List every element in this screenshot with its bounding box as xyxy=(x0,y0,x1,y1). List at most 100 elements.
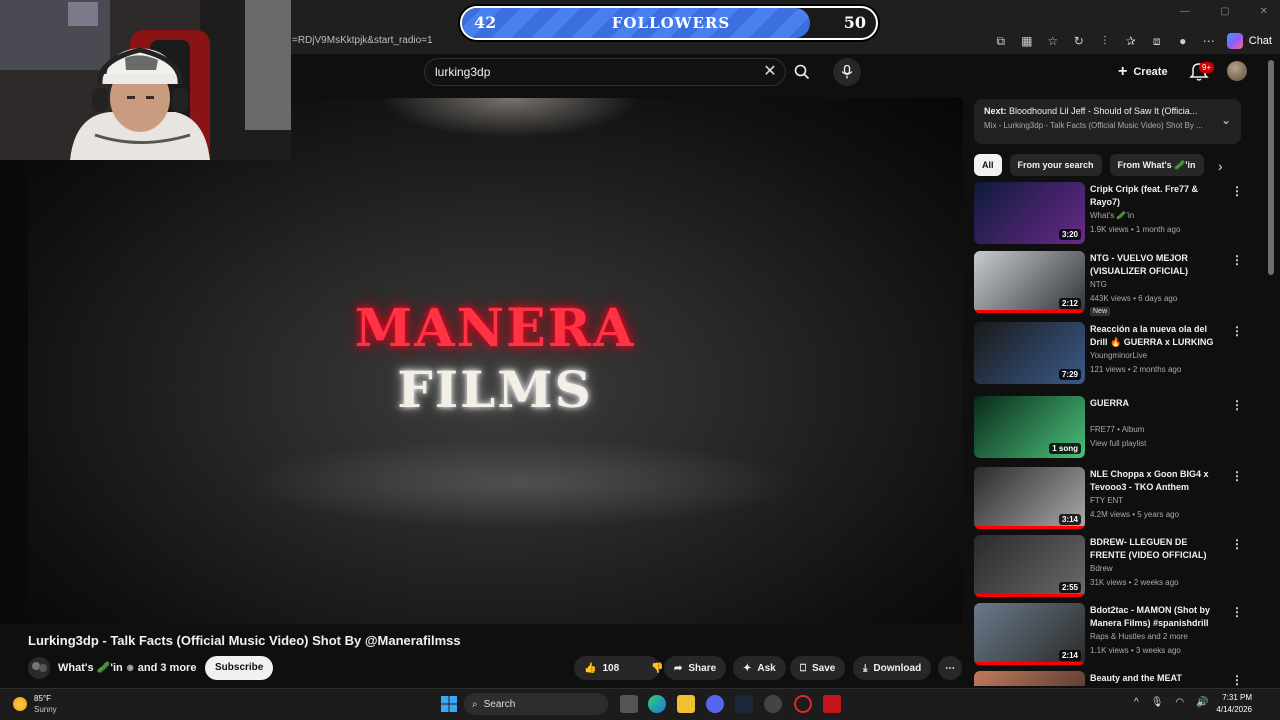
more-options-icon[interactable]: ⋮ xyxy=(1231,469,1243,483)
microphone-icon[interactable]: 🎙 xyxy=(1151,697,1164,708)
recommendation-title[interactable]: Beauty and the MEAT xyxy=(1090,672,1220,685)
watch-progress-bar xyxy=(974,526,1085,529)
minimize-icon[interactable]: — xyxy=(1180,6,1190,17)
recommendation-item[interactable]: 1 song GUERRA FRE77 • Album View full playl… xyxy=(974,396,1244,460)
page-scrollbar[interactable] xyxy=(1268,60,1274,275)
star-icon[interactable]: ☆ xyxy=(1045,33,1061,49)
recommendation-item[interactable]: 2:12 NTG - VUELVO MEJOR (VISUALIZER OFICI… xyxy=(974,251,1244,316)
refresh-icon[interactable]: ↻ xyxy=(1071,33,1087,49)
discord-icon[interactable] xyxy=(706,695,724,713)
video-thumbnail[interactable] xyxy=(974,671,1085,686)
ask-button[interactable]: ✦ Ask xyxy=(733,656,786,680)
recommendation-title[interactable]: BDREW- LLEGUEN DE FRENTE (VIDEO OFFICIAL… xyxy=(1090,536,1220,562)
chip-from-channel[interactable]: From What's 🥒'in xyxy=(1109,154,1204,176)
chevron-right-icon[interactable]: › xyxy=(1218,158,1223,174)
obs-icon[interactable] xyxy=(764,695,782,713)
chip-from-your-search[interactable]: From your search xyxy=(1009,154,1102,176)
more-options-icon[interactable]: ⋮ xyxy=(1231,673,1243,686)
start-icon[interactable] xyxy=(440,695,458,713)
video-thumbnail[interactable]: 3:14 xyxy=(974,467,1085,529)
recommendation-channel[interactable]: What's 🥒'in xyxy=(1090,211,1134,220)
profile-icon[interactable]: ● xyxy=(1175,33,1191,49)
opera-icon[interactable] xyxy=(794,695,812,713)
split-screen-icon[interactable]: ⫶ xyxy=(1097,33,1113,49)
recommendation-channel[interactable]: YoungminorLive xyxy=(1090,351,1147,360)
recommendation-item[interactable]: 3:14 NLE Choppa x Goon BIG4 x Tevooo3 - T… xyxy=(974,467,1244,531)
duration-badge: 3:14 xyxy=(1058,514,1081,525)
next-up-panel[interactable]: Next: Bloodhound Lil Jeff - Should of Sa… xyxy=(974,99,1241,144)
recommendation-title[interactable]: NLE Choppa x Goon BIG4 x Tevooo3 - TKO A… xyxy=(1090,468,1220,494)
more-actions-button[interactable]: ⋯ xyxy=(938,656,962,680)
recommendation-title[interactable]: NTG - VUELVO MEJOR (VISUALIZER OFICIAL) xyxy=(1090,252,1220,278)
video-thumbnail[interactable]: 7:29 xyxy=(974,322,1085,384)
download-button[interactable]: ⤓ Download xyxy=(853,656,932,680)
weather-temperature[interactable]: 85°F xyxy=(34,694,51,703)
video-player[interactable]: MANERA FILMS xyxy=(0,98,963,624)
save-button[interactable]: ⎕ Save xyxy=(790,656,846,680)
video-thumbnail[interactable]: 2:14 xyxy=(974,603,1085,665)
recommendation-title[interactable]: Reacción a la nueva ola del Drill 🔥 GUER… xyxy=(1090,323,1220,349)
voice-search-button[interactable] xyxy=(833,58,861,86)
recommendation-channel[interactable]: FRE77 • Album xyxy=(1090,425,1144,434)
recommendation-item[interactable]: 2:14 Bdot2tac - MAMON (Shot by Manera Fil… xyxy=(974,603,1244,667)
acrobat-icon[interactable] xyxy=(823,695,841,713)
more-options-icon[interactable]: ⋮ xyxy=(1231,253,1243,267)
watch-progress-bar xyxy=(974,662,1085,665)
recommendation-channel[interactable]: FTY ENT xyxy=(1090,496,1123,505)
more-options-icon[interactable]: ⋮ xyxy=(1231,605,1243,619)
more-icon[interactable]: ⋯ xyxy=(1201,33,1217,49)
search-input[interactable]: lurking3dp xyxy=(424,58,786,86)
more-options-icon[interactable]: ⋮ xyxy=(1231,398,1243,412)
clock-time[interactable]: 7:31 PM xyxy=(1218,693,1252,702)
copilot-chat-button[interactable]: Chat xyxy=(1226,33,1272,49)
clear-search-icon[interactable]: ✕ xyxy=(760,62,780,82)
sun-icon[interactable] xyxy=(13,697,27,711)
recommendation-item[interactable]: 2:55 BDREW- LLEGUEN DE FRENTE (VIDEO OFFI… xyxy=(974,535,1244,599)
wifi-icon[interactable]: ◠ xyxy=(1175,697,1184,708)
favorites-icon[interactable]: ✰ xyxy=(1123,33,1139,49)
search-button[interactable] xyxy=(787,58,817,86)
recommendation-channel[interactable]: NTG xyxy=(1090,280,1107,289)
window-controls: — ▢ ✕ xyxy=(1180,6,1268,17)
recommendation-channel[interactable]: Bdrew xyxy=(1090,564,1113,573)
create-button[interactable]: + Create xyxy=(1118,60,1168,84)
volume-icon[interactable]: 🔊 xyxy=(1196,697,1208,708)
recommendation-title[interactable]: Cripk Cripk (feat. Fre77 & Rayo7) xyxy=(1090,183,1220,209)
edge-browser-icon[interactable] xyxy=(648,695,666,713)
maximize-icon[interactable]: ▢ xyxy=(1220,6,1229,17)
weather-condition[interactable]: Sunny xyxy=(34,705,57,714)
channel-avatar[interactable] xyxy=(28,657,50,679)
video-thumbnail[interactable]: 2:12 xyxy=(974,251,1085,313)
chevron-down-icon[interactable]: ⌄ xyxy=(1221,113,1231,127)
recommendation-item[interactable]: 7:29 Reacción a la nueva ola del Drill 🔥 … xyxy=(974,322,1244,386)
more-options-icon[interactable]: ⋮ xyxy=(1231,537,1243,551)
clock-date[interactable]: 4/14/2026 xyxy=(1208,705,1252,714)
translate-icon[interactable]: ⧉ xyxy=(993,33,1009,49)
share-button[interactable]: ➦ Share xyxy=(664,656,727,680)
close-icon[interactable]: ✕ xyxy=(1260,6,1268,17)
more-options-icon[interactable]: ⋮ xyxy=(1231,184,1243,198)
taskbar-search[interactable]: ⌕ Search xyxy=(464,693,608,715)
video-thumbnail[interactable]: 2:55 xyxy=(974,535,1085,597)
task-view-icon[interactable] xyxy=(620,695,638,713)
recommendation-title[interactable]: Bdot2tac - MAMON (Shot by Manera Films) … xyxy=(1090,604,1220,630)
file-explorer-icon[interactable] xyxy=(677,695,695,713)
recommendation-item[interactable]: 3:20 Cripk Cripk (feat. Fre77 & Rayo7) Wha… xyxy=(974,182,1244,246)
chip-all[interactable]: All xyxy=(974,154,1002,176)
chevron-up-icon[interactable]: ^ xyxy=(1134,697,1139,708)
video-thumbnail[interactable]: 3:20 xyxy=(974,182,1085,244)
filter-chips: All From your search From What's 🥒'in xyxy=(974,154,1204,176)
system-tray: ^ 🎙 ◠ 🔊 xyxy=(1134,697,1209,708)
account-avatar[interactable] xyxy=(1227,61,1247,81)
channel-name[interactable]: What's 🥒'in ◉ and 3 more xyxy=(58,661,196,675)
apps-icon[interactable]: ▦ xyxy=(1019,33,1035,49)
recommendation-item[interactable]: Beauty and the MEAT ⋮ xyxy=(974,671,1244,686)
recommendation-channel[interactable]: Raps & Hustles and 2 more xyxy=(1090,632,1188,641)
like-button[interactable]: 👍 108 xyxy=(574,656,629,680)
steam-icon[interactable] xyxy=(735,695,753,713)
collections-icon[interactable]: ⧈ xyxy=(1149,33,1165,49)
recommendation-title[interactable]: GUERRA xyxy=(1090,397,1220,410)
subscribe-button[interactable]: Subscribe xyxy=(205,656,274,680)
video-thumbnail[interactable]: 1 song xyxy=(974,396,1085,458)
more-options-icon[interactable]: ⋮ xyxy=(1231,324,1243,338)
